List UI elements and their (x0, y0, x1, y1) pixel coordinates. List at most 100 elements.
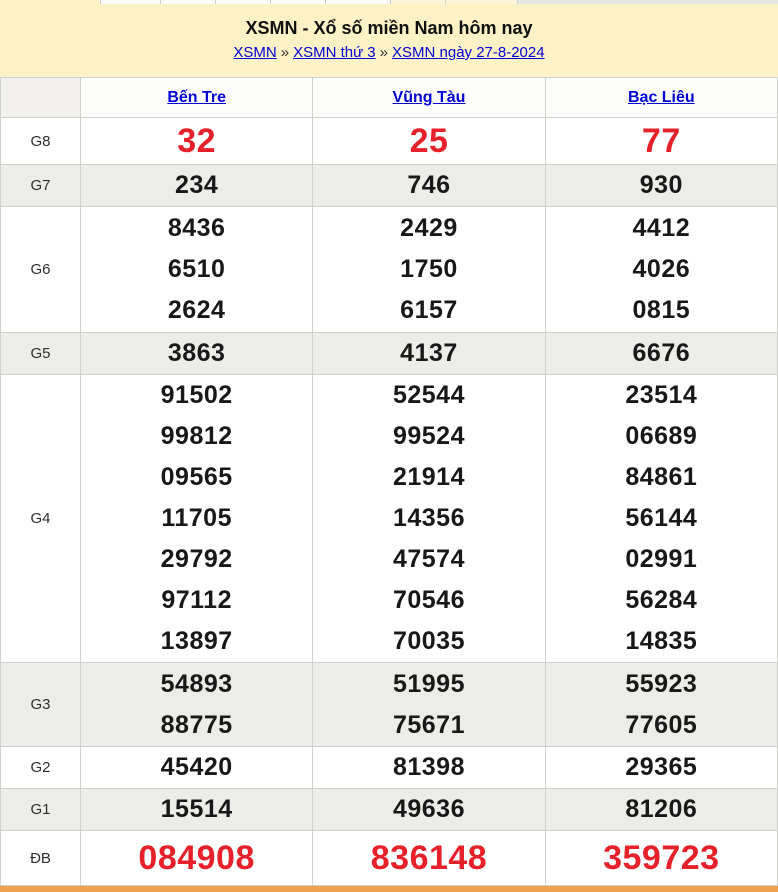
prize-number: 930 (639, 171, 683, 199)
prize-number: 23514 (625, 381, 698, 409)
prize-numbers-cell-g6-col1: 2429 1750 6157 (312, 206, 546, 333)
prize-number: 234 (175, 171, 219, 199)
column-header-cell: Bến Tre (79, 77, 314, 118)
column-header-link-2[interactable]: Bạc Liêu (628, 89, 695, 106)
prize-number: 359723 (603, 839, 720, 877)
prize-number: 6157 (400, 296, 458, 324)
prize-number: 084908 (138, 839, 255, 877)
prize-number: 13897 (160, 627, 233, 655)
page-title: XSMN - Xổ số miền Nam hôm nay (245, 18, 533, 38)
prize-number: 56284 (625, 586, 698, 614)
prize-number: 6510 (167, 255, 226, 283)
prize-number: 81206 (625, 795, 698, 823)
prize-number: 15514 (160, 795, 233, 823)
column-header-link-0[interactable]: Bến Tre (167, 89, 226, 106)
prize-number: 91502 (160, 381, 233, 409)
prize-numbers-cell-g5-col2: 6676 (544, 332, 778, 375)
prize-numbers-cell-g4-col1: 52544 99524 21914 14356 47574 70546 70035 (312, 374, 546, 663)
results-table-head: Bến Tre Vũng Tàu Bạc Liêu (0, 77, 778, 118)
prize-number: 0815 (632, 296, 691, 324)
prize-numbers-cell-db-col2: 359723 (544, 830, 778, 886)
prize-number: 77605 (625, 710, 698, 739)
prize-row-g2: G2 45420 81398 29365 (0, 746, 778, 789)
prize-number: 06689 (625, 422, 698, 450)
prize-row-g7: G7 234 746 930 (0, 164, 778, 207)
prize-numbers-cell-db-col1: 836148 (312, 830, 546, 886)
prize-number: 3863 (167, 339, 226, 367)
prize-number: 21914 (392, 463, 465, 491)
prize-number: 70546 (392, 586, 465, 614)
prize-numbers-cell-g3-col0: 54893 88775 (79, 662, 314, 747)
prize-numbers-cell-g6-col2: 4412 4026 0815 (544, 206, 778, 333)
prize-numbers-cell-g3-col1: 51995 75671 (312, 662, 546, 747)
prize-row-g4: G4 91502 99812 09565 11705 29792 97112 13897 525… (0, 374, 778, 663)
bottom-orange-bar (0, 886, 778, 892)
prize-number: 51995 (392, 669, 465, 698)
column-header-row: Bến Tre Vũng Tàu Bạc Liêu (0, 77, 778, 118)
prize-numbers-cell-g7-col2: 930 (544, 164, 778, 207)
prize-number: 77 (641, 122, 681, 160)
prize-number: 29365 (625, 753, 698, 781)
prize-number: 84861 (625, 463, 698, 491)
prize-number: 1750 (400, 255, 458, 283)
column-header-cell: Bạc Liêu (544, 77, 778, 118)
prize-label-g8: G8 (0, 117, 81, 165)
results-table-body: G8 32 25 77 G7 234 746 930 G6 8436 6510 2624 2429 175… (0, 117, 778, 886)
prize-number: 25 (409, 122, 449, 160)
prize-number: 70035 (392, 627, 465, 655)
results-table: Bến Tre Vũng Tàu Bạc Liêu G8 32 25 77 G7 234 746… (0, 77, 778, 886)
page-header: XSMN - Xổ số miền Nam hôm nay XSMN» XSMN … (0, 4, 778, 77)
prize-number: 55923 (625, 669, 698, 698)
prize-numbers-cell-g5-col1: 4137 (312, 332, 546, 375)
prize-label-g5: G5 (0, 332, 81, 375)
prize-number: 29792 (160, 545, 233, 573)
breadcrumb-link-2[interactable]: XSMN ngày 27-8-2024 (392, 44, 545, 61)
prize-label-g4: G4 (0, 374, 81, 663)
prize-number: 49636 (392, 795, 465, 823)
prize-numbers-cell-g2-col2: 29365 (544, 746, 778, 789)
prize-number: 81398 (392, 753, 465, 781)
breadcrumb-link-0[interactable]: XSMN (233, 44, 276, 61)
prize-label-g1: G1 (0, 788, 81, 831)
prize-number: 88775 (160, 710, 233, 739)
prize-number: 746 (407, 171, 451, 199)
prize-number: 4137 (400, 339, 458, 367)
prize-numbers-cell-g6-col0: 8436 6510 2624 (79, 206, 314, 333)
prize-number: 4412 (632, 214, 691, 242)
prize-label-db: ĐB (0, 830, 81, 886)
column-header-cell: Vũng Tàu (312, 77, 546, 118)
prize-row-g1: G1 15514 49636 81206 (0, 788, 778, 831)
prize-numbers-cell-g1-col0: 15514 (79, 788, 314, 831)
breadcrumb-separator: » (379, 44, 388, 61)
prize-label-g6: G6 (0, 206, 81, 333)
prize-number: 8436 (167, 214, 226, 242)
prize-number: 52544 (392, 381, 465, 409)
prize-row-g8: G8 32 25 77 (0, 117, 778, 165)
prize-row-g5: G5 3863 4137 6676 (0, 332, 778, 375)
prize-number: 14835 (625, 627, 698, 655)
prize-number: 2624 (167, 296, 226, 324)
prize-number: 6676 (632, 339, 691, 367)
prize-numbers-cell-db-col0: 084908 (79, 830, 314, 886)
column-header-link-1[interactable]: Vũng Tàu (393, 89, 466, 106)
prize-number: 836148 (370, 839, 488, 877)
lottery-results-page: XSMN - Xổ số miền Nam hôm nay XSMN» XSMN … (0, 0, 778, 892)
prize-numbers-cell-g1-col1: 49636 (312, 788, 546, 831)
breadcrumb-separator: » (280, 44, 290, 61)
prize-number: 97112 (161, 586, 232, 614)
prize-number: 99524 (392, 422, 465, 450)
prize-number: 75671 (392, 710, 465, 739)
prize-number: 99812 (160, 422, 233, 450)
prize-numbers-cell-g8-col2: 77 (544, 117, 778, 165)
prize-numbers-cell-g7-col1: 746 (312, 164, 546, 207)
prize-row-g3: G3 54893 88775 51995 75671 55923 77605 (0, 662, 778, 747)
prize-number: 4026 (632, 255, 691, 283)
prize-numbers-cell-g4-col2: 23514 06689 84861 56144 02991 56284 14835 (544, 374, 778, 663)
prize-number: 45420 (160, 753, 233, 781)
prize-number: 11705 (161, 504, 232, 532)
prize-number: 54893 (160, 669, 233, 698)
prize-numbers-cell-g1-col2: 81206 (544, 788, 778, 831)
prize-numbers-cell-g3-col2: 55923 77605 (544, 662, 778, 747)
breadcrumb-link-1[interactable]: XSMN thứ 3 (293, 44, 376, 61)
prize-numbers-cell-g2-col0: 45420 (79, 746, 314, 789)
